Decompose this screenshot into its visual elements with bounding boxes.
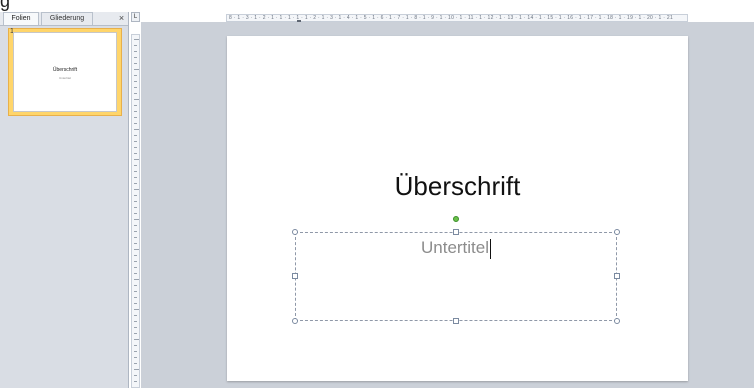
vertical-ruler-tick: [134, 39, 139, 40]
vertical-ruler-tick: [134, 369, 139, 370]
vertical-ruler-tick: [134, 375, 137, 376]
vertical-ruler-tick: [134, 273, 137, 274]
resize-handle-bottom-left-icon[interactable]: [292, 318, 298, 324]
vertical-ruler-tick: [134, 303, 137, 304]
slide-subtitle[interactable]: Untertitel: [296, 238, 616, 259]
resize-handle-bottom-right-icon[interactable]: [614, 318, 620, 324]
vertical-ruler[interactable]: [131, 34, 140, 388]
tab-stop-selector[interactable]: L: [131, 12, 140, 22]
horizontal-ruler[interactable]: 8 · 1 · 3 · 1 · 2 · 1 · 1 · 1 · 1 · 1 · …: [226, 14, 688, 24]
subtitle-text: Untertitel: [420, 238, 490, 257]
vertical-ruler-tick: [134, 207, 137, 208]
vertical-ruler-tick: [134, 117, 137, 118]
vertical-ruler-tick: [134, 189, 139, 190]
vertical-ruler-tick: [134, 159, 139, 160]
vertical-ruler-tick: [134, 333, 137, 334]
vertical-ruler-tick: [134, 249, 139, 250]
vertical-ruler-tick: [134, 231, 137, 232]
vertical-ruler-tick: [134, 351, 137, 352]
vertical-ruler-tick: [134, 183, 137, 184]
vertical-ruler-tick: [134, 51, 137, 52]
vertical-ruler-tick: [134, 105, 137, 106]
vertical-ruler-tick: [134, 123, 137, 124]
vertical-ruler-tick: [134, 243, 137, 244]
slide-title[interactable]: Überschrift: [227, 171, 688, 202]
tab-folien[interactable]: Folien: [3, 12, 39, 25]
vertical-ruler-tick: [134, 63, 137, 64]
partial-window-title: g: [0, 0, 11, 11]
vertical-ruler-tick: [134, 267, 137, 268]
vertical-ruler-tick: [134, 237, 137, 238]
subtitle-placeholder-box[interactable]: Untertitel: [292, 229, 620, 324]
vertical-ruler-tick: [134, 195, 137, 196]
slides-panel: Folien Gliederung × 1 Überschrift Untert…: [0, 12, 129, 388]
vertical-ruler-tick: [134, 87, 137, 88]
vertical-ruler-tick: [134, 315, 137, 316]
vertical-ruler-tick: [134, 153, 137, 154]
vertical-ruler-tick: [134, 357, 137, 358]
vertical-ruler-tick: [134, 165, 137, 166]
slide-workspace: Überschrift Untertitel: [141, 22, 754, 388]
vertical-ruler-tick: [134, 111, 137, 112]
vertical-ruler-tick: [134, 141, 137, 142]
vertical-ruler-tick: [134, 381, 137, 382]
vertical-ruler-tick: [134, 75, 137, 76]
resize-handle-left-mid-icon[interactable]: [292, 273, 298, 279]
vertical-ruler-tick: [134, 45, 137, 46]
vertical-ruler-tick: [134, 309, 139, 310]
vertical-ruler-tick: [134, 339, 139, 340]
vertical-ruler-tick: [134, 291, 137, 292]
vertical-ruler-tick: [134, 213, 137, 214]
vertical-ruler-tick: [134, 129, 139, 130]
vertical-ruler-tick: [134, 177, 137, 178]
vertical-ruler-tick: [134, 99, 139, 100]
vertical-ruler-tick: [134, 201, 137, 202]
vertical-ruler-tick: [134, 225, 137, 226]
vertical-ruler-tick: [134, 219, 139, 220]
vertical-ruler-tick: [134, 363, 137, 364]
vertical-ruler-tick: [134, 135, 137, 136]
vertical-ruler-tick: [134, 285, 137, 286]
close-panel-icon[interactable]: ×: [117, 13, 126, 23]
thumbnail-title: Überschrift: [52, 67, 78, 73]
vertical-ruler-tick: [134, 345, 137, 346]
vertical-ruler-tick: [134, 261, 137, 262]
vertical-ruler-tick: [134, 321, 137, 322]
tab-gliederung[interactable]: Gliederung: [41, 12, 93, 25]
resize-handle-right-mid-icon[interactable]: [614, 273, 620, 279]
slide-canvas[interactable]: Überschrift Untertitel: [227, 36, 688, 381]
resize-handle-bottom-mid-icon[interactable]: [453, 318, 459, 324]
resize-handle-top-left-icon[interactable]: [292, 229, 298, 235]
horizontal-ruler-labels: 8 · 1 · 3 · 1 · 2 · 1 · 1 · 1 · 1 · 1 · …: [229, 15, 674, 21]
vertical-ruler-tick: [134, 279, 139, 280]
top-strip: g: [0, 0, 754, 12]
vertical-ruler-tick: [134, 69, 139, 70]
resize-handle-top-right-icon[interactable]: [614, 229, 620, 235]
thumbnail-subtitle: Untertitel: [58, 76, 71, 80]
rotation-handle-icon[interactable]: [453, 216, 459, 222]
vertical-ruler-tick: [134, 327, 137, 328]
vertical-ruler-tick: [134, 255, 137, 256]
vertical-ruler-tick: [134, 297, 137, 298]
vertical-ruler-tick: [134, 81, 137, 82]
panel-tabs: Folien Gliederung ×: [0, 12, 128, 26]
text-cursor: [490, 238, 492, 259]
vertical-ruler-tick: [134, 171, 137, 172]
vertical-ruler-tick: [134, 57, 137, 58]
slide-thumbnail[interactable]: Überschrift Untertitel: [13, 32, 117, 112]
resize-handle-top-mid-icon[interactable]: [453, 229, 459, 235]
vertical-ruler-tick: [134, 147, 137, 148]
vertical-ruler-tick: [134, 93, 137, 94]
